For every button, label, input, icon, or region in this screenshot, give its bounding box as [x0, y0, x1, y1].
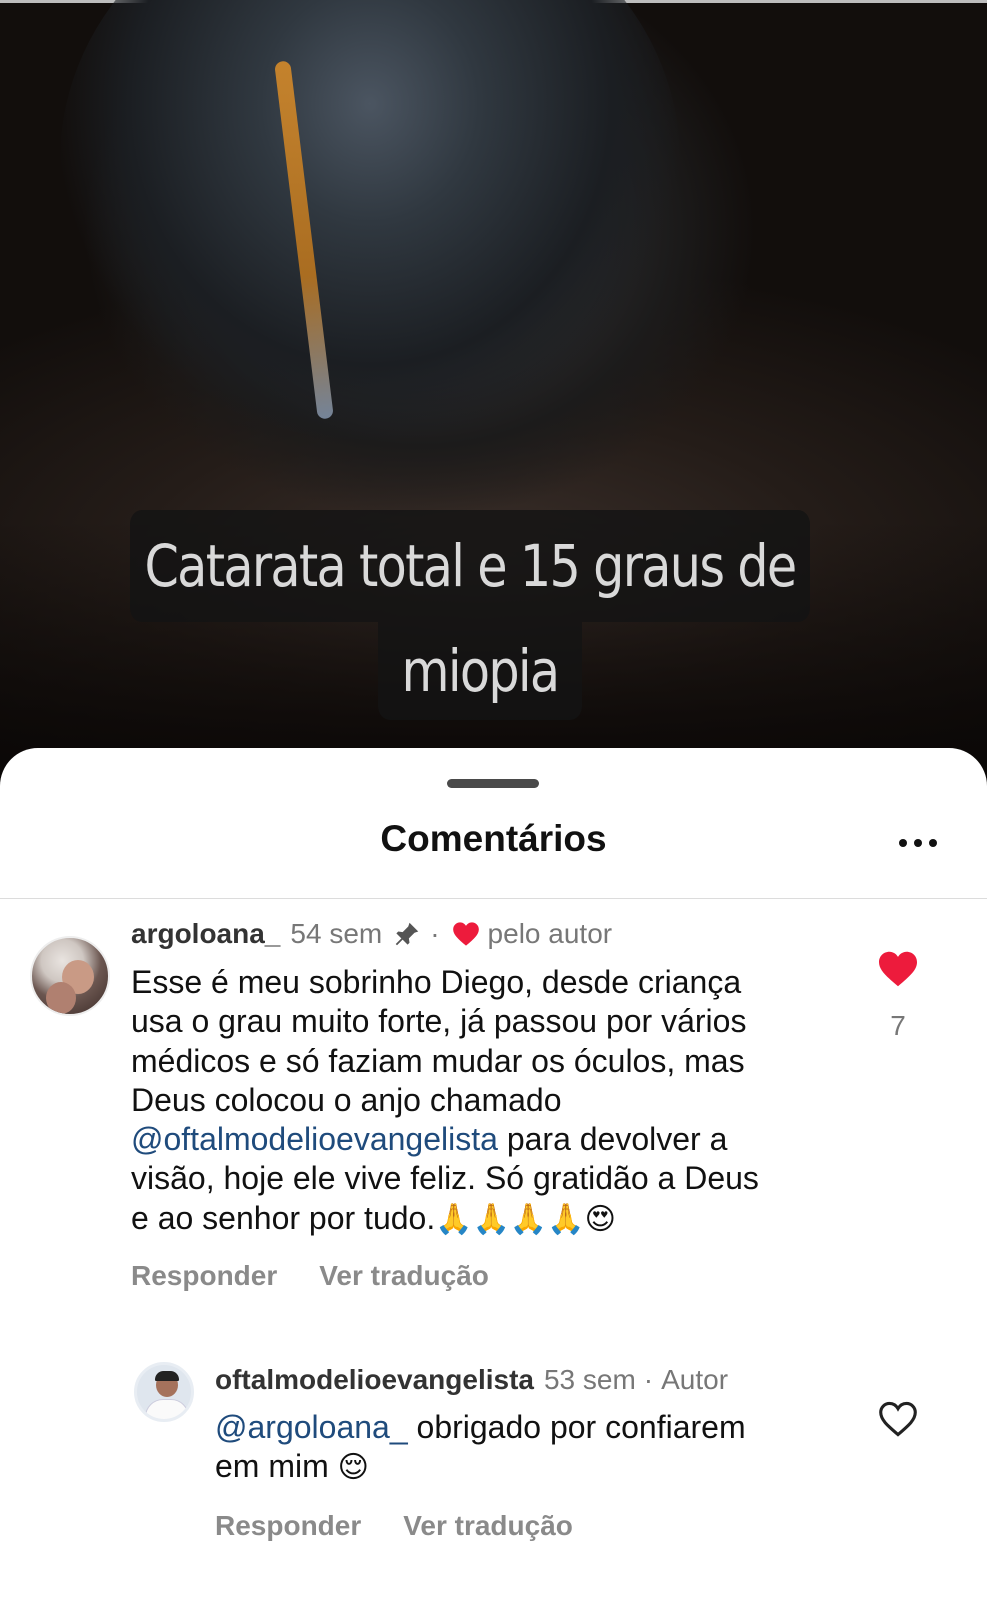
comment-text-fragment: obrigado por confiarem — [407, 1409, 746, 1445]
comment-mention[interactable]: @argoloana_ — [215, 1409, 408, 1445]
comment-text: @argoloana_ obrigado por confiarem em mi… — [215, 1408, 855, 1488]
translate-button[interactable]: Ver tradução — [403, 1510, 573, 1542]
like-count: 7 — [890, 1010, 906, 1041]
comment-meta: oftalmodelioevangelista 53 sem · Autor — [215, 1364, 728, 1396]
avatar[interactable] — [134, 1362, 194, 1422]
reply-button[interactable]: Responder — [215, 1510, 361, 1542]
liked-by-author-label: pelo autor — [487, 918, 613, 949]
separator-dot: · — [430, 918, 440, 949]
video-caption-line-2: miopia — [378, 622, 582, 720]
comment-text-line: Deus colocou o anjo chamado — [131, 1081, 562, 1118]
like-heart-filled-icon[interactable] — [877, 950, 919, 988]
heart-icon — [452, 922, 479, 946]
comment-time: 54 sem — [290, 918, 383, 949]
reply-button[interactable]: Responder — [131, 1260, 277, 1292]
emoji-group: 🙏🙏🙏🙏😍 — [435, 1201, 616, 1237]
more-horizontal-icon[interactable] — [893, 828, 943, 858]
sheet-title: Comentários — [380, 818, 607, 859]
comment-text-line: visão, hoje ele vive feliz. Só gratidão … — [131, 1160, 759, 1197]
comment-actions: Responder Ver tradução — [215, 1510, 573, 1542]
comment-meta: argoloana_ 54 sem · pelo autor — [131, 918, 612, 950]
drag-handle[interactable] — [447, 779, 539, 788]
relieved-face-emoji: 😌 — [337, 1450, 369, 1486]
comment-text-fragment: para devolver a — [497, 1121, 728, 1158]
comment-text-line: em mim — [215, 1448, 329, 1485]
avatar[interactable] — [30, 936, 110, 1016]
comment-time: 53 sem — [543, 1364, 636, 1395]
comment-text: Esse é meu sobrinho Diego, desde criança… — [131, 963, 851, 1239]
comment-text-line: e ao senhor por tudo. — [131, 1199, 436, 1236]
comment-text-line: médicos e só faziam mudar os óculos, mas — [131, 1042, 745, 1079]
comment-text-line: Esse é meu sobrinho Diego, desde criança — [131, 964, 742, 1000]
comment-username[interactable]: argoloana_ — [131, 918, 280, 950]
translate-button[interactable]: Ver tradução — [319, 1260, 489, 1292]
author-badge: Autor — [661, 1364, 729, 1395]
video-caption-line-1: Catarata total e 15 graus de — [130, 510, 810, 622]
separator-dot: · — [643, 1364, 654, 1395]
pin-icon — [395, 922, 419, 946]
comment-username[interactable]: oftalmodelioevangelista — [215, 1364, 534, 1396]
divider — [0, 898, 987, 899]
eye-iris-image — [60, 0, 680, 440]
comment-mention[interactable]: @oftalmodelioevangelista — [131, 1121, 498, 1157]
reel-video[interactable]: Catarata total e 15 graus de miopia — [0, 0, 987, 790]
comments-sheet: Comentários argoloana_ 54 sem · pelo aut… — [0, 748, 987, 1600]
like-heart-outline-icon[interactable] — [877, 1400, 919, 1438]
comment-actions: Responder Ver tradução — [131, 1260, 489, 1292]
comment-text-line: usa o grau muito forte, já passou por vá… — [131, 1003, 747, 1040]
